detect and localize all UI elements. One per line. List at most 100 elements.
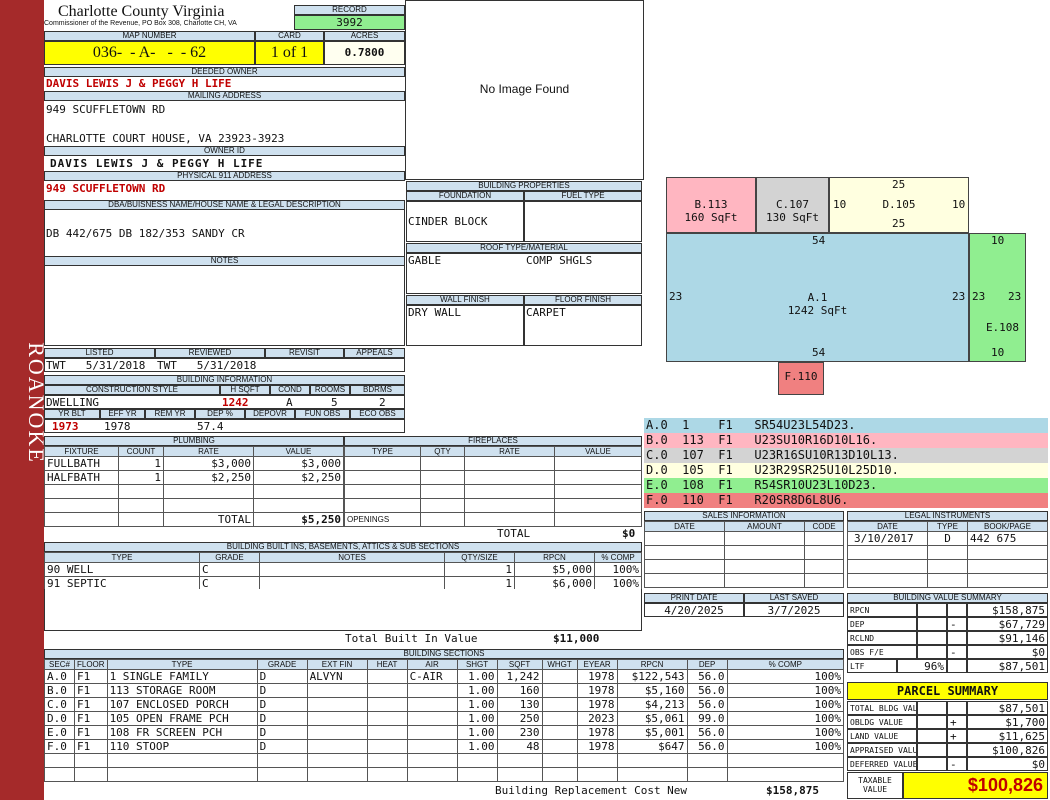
cell: 100% (726, 683, 845, 698)
plumbing-total-label: TOTAL (163, 512, 254, 527)
cell (306, 683, 368, 698)
sections-col: SQFT (496, 659, 543, 670)
cell: $5,000 (514, 562, 595, 577)
table-row: A.0 F1 1 SINGLE FAMILY D ALVYN C-AIR 1.00 1,242… (44, 669, 845, 684)
summary-sign: - (947, 645, 967, 659)
summary-value: $158,875 (967, 603, 1048, 617)
brcn-label: Building Replacement Cost New (495, 784, 688, 797)
hsqft-header: H SQFT (220, 385, 270, 395)
cell: D.0 (44, 711, 75, 726)
cell: 48 (496, 739, 543, 754)
summary-sign: - (947, 757, 967, 771)
dim-a-bottom: 54 (812, 346, 826, 359)
table-row: 3/10/2017 D 442 675 (847, 531, 1048, 546)
cell (406, 683, 458, 698)
parcel-summary-title: PARCEL SUMMARY (847, 682, 1048, 700)
summary-spacer (917, 603, 947, 617)
mailing-address-header: MAILING ADDRESS (44, 91, 405, 101)
reviewed-value: TWT 5/31/2018 (157, 359, 257, 372)
summary-spacer (917, 715, 947, 729)
cell (541, 669, 578, 684)
listed-value: TWT 5/31/2018 (46, 359, 146, 372)
cell: C-AIR (406, 669, 458, 684)
dim-e-top: 10 (991, 234, 1005, 247)
cond-header: COND (270, 385, 310, 395)
cell: $5,160 (616, 683, 688, 698)
map-number: 036- - A- - - 62 (44, 41, 255, 65)
yr-blt-header: YR BLT (44, 409, 100, 419)
rem-yr-header: REM YR (145, 409, 195, 419)
cell: 1,242 (496, 669, 543, 684)
summary-value: $0 (967, 757, 1048, 771)
cell: F1 (74, 711, 108, 726)
cell: F1 (74, 683, 108, 698)
table-row: F.0 F1 110 STOOP D 1.00 48 1978 $647 56.0 100% (44, 739, 845, 754)
cell: 1978 (576, 683, 618, 698)
physical-address: 949 SCUFFLETOWN RD (46, 182, 166, 195)
cell: 100% (726, 697, 845, 712)
sales-col: DATE (644, 521, 725, 532)
cell: C.0 (44, 697, 75, 712)
summary-pct: 96% (897, 659, 947, 673)
dim-d-left: 10 (833, 198, 847, 211)
plumbing-total: $5,250 (253, 512, 344, 527)
cell: 100% (726, 711, 845, 726)
cell: 99.0 (686, 711, 728, 726)
county-title: Charlotte County Virginia (58, 3, 225, 20)
fireplaces-table: TYPE QTY RATE VALUE OPENINGS (344, 446, 642, 527)
summary-sign (947, 743, 967, 757)
cell: 1.00 (456, 725, 498, 740)
cell (406, 725, 458, 740)
foundation-header: FOUNDATION (406, 191, 524, 201)
summary-value: $87,501 (967, 659, 1048, 673)
sections-col: AIR (406, 659, 458, 670)
segment-row: E.0 108 F1 R54SR10U23L10D23. (644, 478, 1048, 493)
fireplaces-header: FIREPLACES (344, 436, 642, 446)
sections-col: SEC# (44, 659, 75, 670)
summary-sign: - (947, 617, 967, 631)
summary-spacer (917, 617, 947, 631)
built-in-total-label: Total Built In Value (345, 632, 478, 645)
physical-address-header: PHYSICAL 911 ADDRESS (44, 171, 405, 181)
plumbing-col: VALUE (253, 446, 344, 457)
bdrms-header: BDRMS (350, 385, 405, 395)
sections-col: EXT FIN (306, 659, 368, 670)
fireplaces-total-label: TOTAL (497, 527, 531, 540)
building-info-row-2 (44, 419, 405, 433)
summary-spacer (917, 743, 947, 757)
dim-e-bottom: 10 (991, 346, 1005, 359)
cell: D (256, 739, 308, 754)
segment-row: D.0 105 F1 U23R29SR25U10L25D10. (644, 463, 1048, 478)
summary-sign (947, 659, 967, 673)
notes-header: NOTES (44, 256, 405, 266)
no-image-text: No Image Found (479, 82, 570, 96)
notes-box (44, 256, 405, 346)
sketch-c-label: C.107 (775, 198, 810, 211)
deeded-owner-header: DEEDED OWNER (44, 67, 405, 77)
cell (541, 683, 578, 698)
cell: 100% (726, 725, 845, 740)
built-ins-header: BUILDING BUILT INS, BASEMENTS, ATTICS & … (44, 542, 642, 552)
plumbing-col: COUNT (118, 446, 164, 457)
sections-col: RPCN (616, 659, 688, 670)
cell: 90 WELL (44, 562, 200, 577)
sketch-b-label: B.113 (694, 198, 728, 211)
owner-id-header: OWNER ID (44, 146, 405, 156)
cell: 1 (118, 456, 164, 471)
rooms-header: ROOMS (310, 385, 350, 395)
dba-header: DBA/BUISNESS NAME/HOUSE NAME & LEGAL DES… (44, 200, 405, 210)
cell: 1978 (576, 697, 618, 712)
cell (306, 711, 368, 726)
cell: F1 (74, 697, 108, 712)
mailing-line-2: CHARLOTTE COURT HOUSE, VA 23923-3923 (46, 132, 285, 145)
cell (366, 725, 408, 740)
fireplaces-col: RATE (464, 446, 555, 457)
cell: D (256, 725, 308, 740)
built-ins-spacer (44, 589, 642, 631)
cell: $2,250 (253, 470, 344, 485)
floor-finish-value: CARPET (526, 306, 566, 319)
last-saved-header: LAST SAVED (744, 593, 844, 603)
plumbing-table: FIXTURE COUNT RATE VALUE FULLBATH 1 $3,000 $3,… (44, 446, 344, 527)
table-row: 90 WELL C 1 $5,000 100% (44, 562, 642, 577)
summary-label: LAND VALUE (847, 729, 917, 743)
